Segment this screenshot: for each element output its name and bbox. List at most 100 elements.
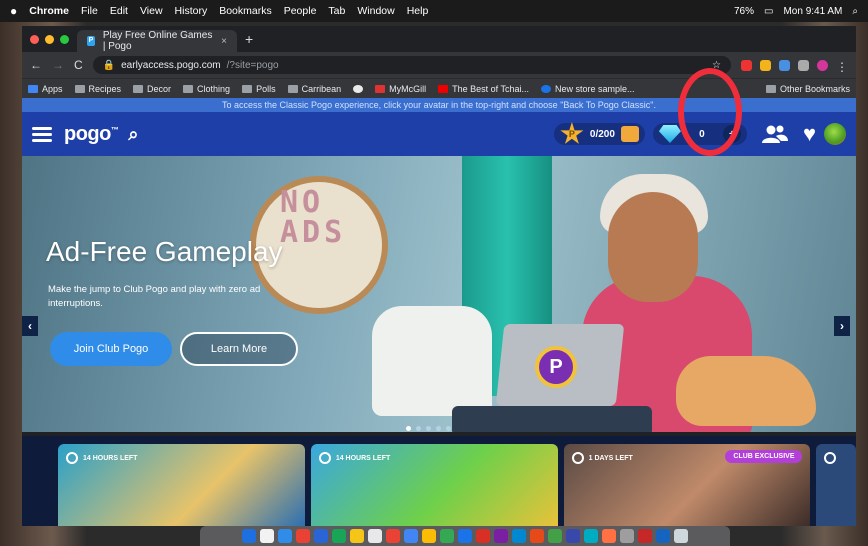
chevron-left-icon[interactable]: ‹ (22, 316, 38, 336)
dock-app-icon[interactable] (440, 529, 454, 543)
spotlight-search-icon[interactable]: ⌕ (852, 6, 858, 17)
tab-pogo[interactable]: P Play Free Online Games | Pogo × (77, 30, 237, 52)
new-tab-button[interactable]: + (245, 31, 253, 47)
bookmark-pin[interactable] (353, 84, 364, 93)
dock-app-icon[interactable] (386, 529, 400, 543)
dock-app-icon[interactable] (494, 529, 508, 543)
carousel-dot[interactable] (426, 426, 431, 431)
menubar-file[interactable]: File (81, 5, 98, 17)
dock-app-icon[interactable] (602, 529, 616, 543)
forward-icon[interactable]: → (52, 58, 64, 72)
stars-counter[interactable]: P 0/200 (553, 122, 645, 145)
gems-count: 0 (699, 128, 705, 140)
dock-app-icon[interactable] (620, 529, 634, 543)
menubar-app-name[interactable]: Chrome (29, 5, 69, 17)
mac-menubar: ● Chrome File Edit View History Bookmark… (0, 0, 868, 22)
heart-icon[interactable]: ♥ (803, 121, 816, 147)
dock-app-icon[interactable] (512, 529, 526, 543)
menubar-view[interactable]: View (140, 5, 163, 17)
apple-icon[interactable]: ● (10, 4, 17, 18)
bookmark-apps[interactable]: Apps (28, 84, 63, 94)
bookmark-mymcgill[interactable]: MyMcGill (375, 84, 426, 94)
menubar-window[interactable]: Window (357, 5, 394, 17)
folder-icon (133, 84, 144, 93)
dock-app-icon[interactable] (656, 529, 670, 543)
dock-app-icon[interactable] (368, 529, 382, 543)
zoom-window-button[interactable] (60, 34, 69, 44)
extension-blue-icon[interactable] (779, 59, 790, 71)
bookmark-clothing[interactable]: Clothing (183, 84, 230, 94)
dock-app-icon[interactable] (638, 529, 652, 543)
window-controls (30, 34, 69, 44)
plus-icon[interactable]: + (722, 125, 741, 143)
bookmark-recipes[interactable]: Recipes (74, 84, 121, 94)
extension-grey-icon[interactable] (798, 59, 809, 71)
game-card[interactable]: 14 HOURS LEFT (310, 444, 558, 526)
dock-app-icon[interactable] (476, 529, 490, 543)
carousel-dot[interactable] (446, 426, 451, 431)
extension-red-icon[interactable] (741, 59, 752, 71)
learn-more-button[interactable]: Learn More (180, 332, 298, 366)
hamburger-icon[interactable] (32, 126, 52, 142)
youtube-icon (438, 84, 449, 93)
chevron-right-icon[interactable]: › (834, 316, 850, 336)
pogo-favicon-icon: P (87, 36, 95, 46)
battery-percent[interactable]: 76% (734, 6, 754, 17)
avatar-icon[interactable] (824, 123, 846, 145)
bookmark-polls[interactable]: Polls (242, 84, 276, 94)
folder-icon (183, 84, 194, 93)
dock-app-icon[interactable] (422, 529, 436, 543)
minimize-window-button[interactable] (45, 34, 54, 44)
gems-counter[interactable]: 0 + (652, 123, 747, 145)
dock-app-icon[interactable] (242, 529, 256, 543)
bookmark-tchai[interactable]: The Best of Tchai... (438, 84, 529, 94)
dock-app-icon[interactable] (350, 529, 364, 543)
carousel-dot[interactable] (406, 426, 411, 431)
dock-app-icon[interactable] (566, 529, 580, 543)
close-window-button[interactable] (30, 34, 39, 44)
dock-app-icon[interactable] (674, 529, 688, 543)
friends-icon[interactable] (755, 117, 795, 151)
menubar-clock[interactable]: Mon 9:41 AM (783, 6, 842, 17)
dock-app-icon[interactable] (296, 529, 310, 543)
menubar-edit[interactable]: Edit (110, 5, 128, 17)
dock-app-icon[interactable] (458, 529, 472, 543)
menubar-help[interactable]: Help (407, 5, 429, 17)
dock-app-icon[interactable] (584, 529, 598, 543)
stars-count: 0/200 (589, 128, 615, 140)
bookmark-new-store[interactable]: New store sample... (541, 84, 635, 94)
profile-avatar-icon[interactable] (817, 59, 828, 71)
dock-app-icon[interactable] (548, 529, 562, 543)
join-club-pogo-button[interactable]: Join Club Pogo (50, 332, 172, 366)
pogo-logo[interactable]: pogo™ (64, 123, 119, 146)
bookmark-carribean[interactable]: Carribean (287, 84, 341, 94)
carousel-dot[interactable] (436, 426, 441, 431)
menubar-history[interactable]: History (175, 5, 208, 17)
menubar-status-area: 76% ▭ Mon 9:41 AM ⌕ (734, 6, 858, 17)
dock-app-icon[interactable] (530, 529, 544, 543)
dock-app-icon[interactable] (278, 529, 292, 543)
menubar-tab[interactable]: Tab (328, 5, 345, 17)
dock-app-icon[interactable] (332, 529, 346, 543)
game-card[interactable] (816, 444, 856, 526)
club-exclusive-badge: CLUB EXCLUSIVE (725, 450, 803, 463)
dock-app-icon[interactable] (314, 529, 328, 543)
back-icon[interactable]: ← (30, 58, 42, 72)
address-bar[interactable]: 🔒 earlyaccess.pogo.com /?site=pogo ☆ (92, 56, 731, 74)
dock-app-icon[interactable] (404, 529, 418, 543)
bookmark-decor[interactable]: Decor (133, 84, 171, 94)
search-icon[interactable]: ⌕ (128, 124, 138, 145)
menubar-people[interactable]: People (284, 5, 317, 17)
extension-yellow-icon[interactable] (760, 59, 771, 71)
close-tab-icon[interactable]: × (221, 36, 227, 47)
dock-app-icon[interactable] (260, 529, 274, 543)
bookmark-star-icon[interactable]: ☆ (712, 60, 721, 71)
game-card[interactable]: 1 DAYS LEFT CLUB EXCLUSIVE (563, 444, 811, 526)
game-card[interactable]: 14 HOURS LEFT (58, 444, 305, 526)
carousel-dot[interactable] (416, 426, 421, 431)
chrome-menu-icon[interactable]: ⋮ (836, 60, 848, 74)
bookmark-other[interactable]: Other Bookmarks (765, 84, 850, 94)
menubar-bookmarks[interactable]: Bookmarks (219, 5, 272, 17)
battery-icon[interactable]: ▭ (764, 6, 773, 17)
reload-icon[interactable]: C (74, 58, 83, 72)
